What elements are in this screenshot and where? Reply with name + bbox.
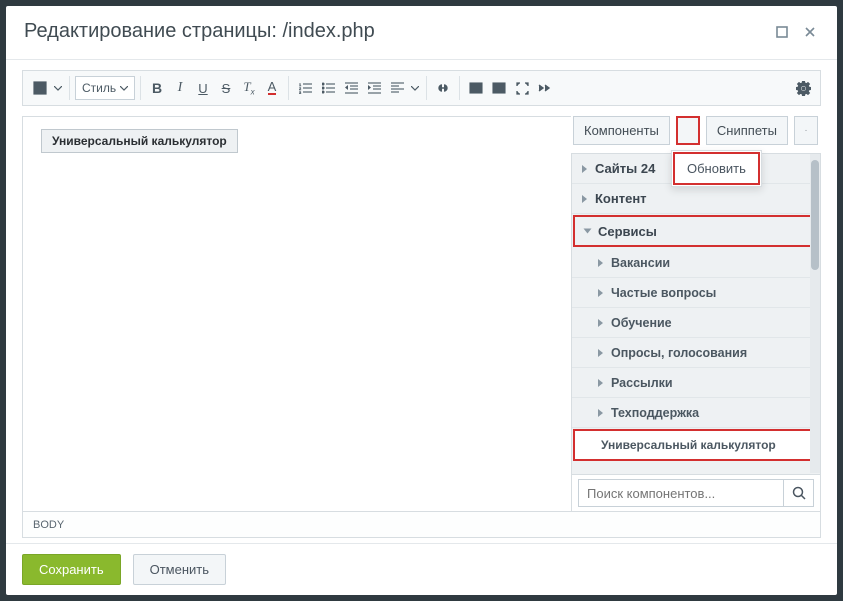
content-canvas[interactable]: Универсальный калькулятор [22, 116, 571, 512]
tree-item-content[interactable]: Контент [572, 184, 820, 214]
status-path: BODY [33, 519, 64, 531]
link-icon[interactable] [432, 76, 454, 100]
component-sidebar: Компоненты Сниппеты Обновить Сайты 24 Ко… [571, 116, 821, 512]
save-button[interactable]: Сохранить [22, 554, 121, 585]
components-dropdown-button[interactable] [676, 116, 700, 145]
chevron-right-icon [598, 259, 603, 267]
dialog-header: Редактирование страницы: /index.php [6, 6, 837, 60]
settings-icon[interactable] [792, 76, 814, 100]
chevron-down-icon [584, 229, 592, 234]
tree-item-services[interactable]: Сервисы [573, 215, 819, 247]
tree-item-mailing[interactable]: Рассылки [572, 368, 820, 398]
chevron-right-icon [598, 319, 603, 327]
svg-text:3: 3 [299, 90, 302, 94]
sidebar-tabs: Компоненты Сниппеты Обновить [571, 116, 821, 153]
chevron-right-icon [598, 409, 603, 417]
tree-item-calculator[interactable]: Универсальный калькулятор [573, 429, 819, 461]
chevron-right-icon [598, 289, 603, 297]
components-button[interactable]: Компоненты [573, 116, 670, 145]
chevron-right-icon [598, 379, 603, 387]
outdent-icon[interactable] [340, 76, 362, 100]
dialog-title: Редактирование страницы: /index.php [24, 20, 763, 43]
align-dropdown-icon[interactable] [409, 76, 421, 100]
italic-icon[interactable]: I [169, 76, 191, 100]
editor-dialog: Редактирование страницы: /index.php Стил… [6, 6, 837, 595]
tree-item-support[interactable]: Техподдержка [572, 398, 820, 428]
refresh-menu-item[interactable]: Обновить [673, 152, 760, 185]
editor-statusbar: BODY [22, 512, 821, 538]
tree-item-faq[interactable]: Частые вопросы [572, 278, 820, 308]
editor-body: Универсальный калькулятор Компоненты Сни… [22, 116, 821, 512]
indent-icon[interactable] [363, 76, 385, 100]
snippets-dropdown-button[interactable] [794, 116, 818, 145]
template-icon[interactable] [29, 76, 51, 100]
placed-widget[interactable]: Универсальный калькулятор [41, 129, 238, 153]
dialog-footer: Сохранить Отменить [6, 543, 837, 595]
snippets-button[interactable]: Сниппеты [706, 116, 788, 145]
tree-item-polls[interactable]: Опросы, голосования [572, 338, 820, 368]
underline-icon[interactable]: U [192, 76, 214, 100]
tree-scrollbar[interactable] [810, 154, 820, 473]
editor-toolbar: Стиль B I U S Tx A 123 [22, 70, 821, 106]
template-dropdown-icon[interactable] [52, 76, 64, 100]
text-color-icon[interactable]: A [261, 76, 283, 100]
editor-area: Стиль B I U S Tx A 123 Унив [6, 60, 837, 512]
style-select-label: Стиль [82, 81, 116, 95]
component-search [572, 474, 820, 511]
close-icon[interactable] [801, 24, 819, 40]
bold-icon[interactable]: B [146, 76, 168, 100]
maximize-icon[interactable] [773, 24, 791, 40]
image-icon[interactable] [465, 76, 487, 100]
fullscreen-icon[interactable] [511, 76, 533, 100]
align-left-icon[interactable] [386, 76, 408, 100]
clear-format-icon[interactable]: Tx [238, 76, 260, 100]
component-tree: Сайты 24 Контент Сервисы Вакансии Частые… [571, 153, 821, 512]
cancel-button[interactable]: Отменить [133, 554, 226, 585]
chevron-right-icon [582, 195, 587, 203]
ordered-list-icon[interactable]: 123 [294, 76, 316, 100]
component-search-input[interactable] [578, 479, 784, 507]
search-icon[interactable] [784, 479, 814, 507]
unordered-list-icon[interactable] [317, 76, 339, 100]
chevron-right-icon [598, 349, 603, 357]
components-dropdown-popup: Обновить [671, 150, 762, 187]
tree-item-learning[interactable]: Обучение [572, 308, 820, 338]
video-icon[interactable] [488, 76, 510, 100]
style-select[interactable]: Стиль [75, 76, 135, 100]
strike-icon[interactable]: S [215, 76, 237, 100]
tree-item-vacancies[interactable]: Вакансии [572, 248, 820, 278]
chevron-right-icon [582, 165, 587, 173]
more-icon[interactable] [534, 76, 556, 100]
